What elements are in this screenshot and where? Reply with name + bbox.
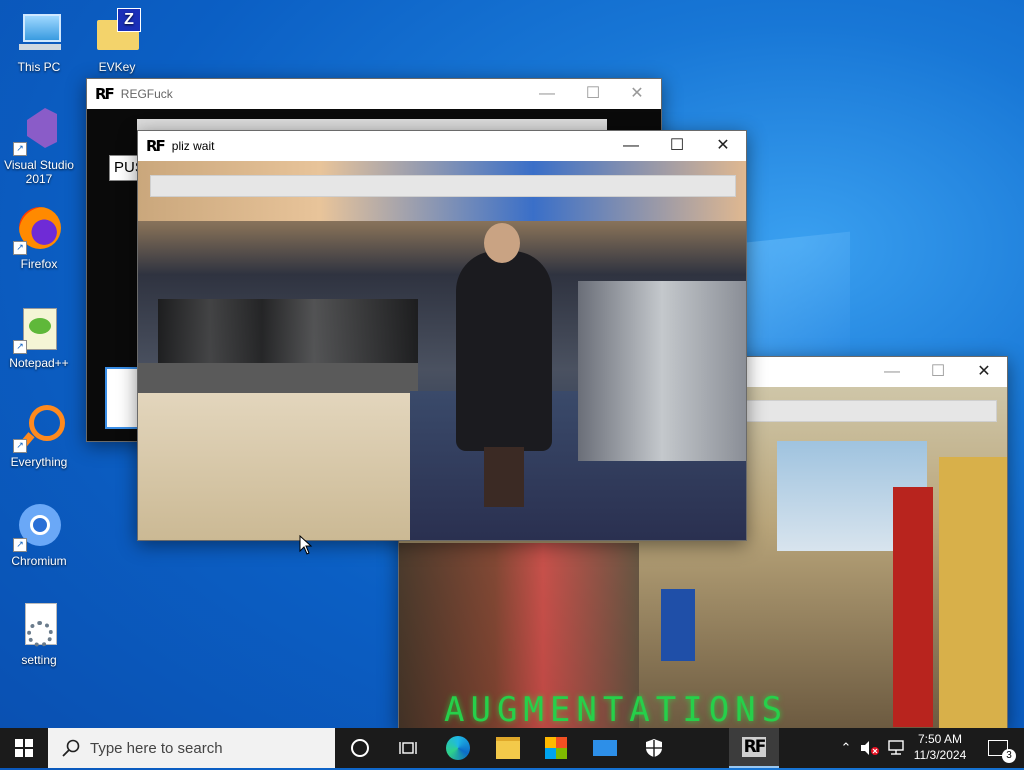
desktop-icon-everything[interactable]: ↗ Everything bbox=[1, 403, 77, 469]
notepad-plus-plus-icon: ↗ bbox=[13, 304, 63, 354]
shortcut-arrow-icon: ↗ bbox=[13, 340, 27, 354]
desktop-icon-this-pc[interactable]: This PC bbox=[1, 8, 77, 74]
desktop-icon-label: EVKey bbox=[98, 60, 136, 74]
clock[interactable]: 7:50 AM 11/3/2024 bbox=[910, 731, 970, 763]
person-head bbox=[484, 223, 520, 263]
chromium-icon: ↗ bbox=[13, 502, 63, 552]
desktop-icon-label: setting bbox=[21, 653, 57, 667]
mouse-cursor-icon bbox=[299, 535, 313, 555]
maximize-button[interactable]: ☐ bbox=[570, 79, 616, 109]
settings-file-icon bbox=[15, 601, 63, 649]
yellow-wall bbox=[939, 457, 1007, 729]
desktop-icon-label: Notepad++ bbox=[9, 356, 69, 370]
desktop-icon-label: Visual Studio 2017 bbox=[4, 158, 74, 186]
desktop-icon-setting[interactable]: setting bbox=[1, 601, 77, 667]
minimize-button[interactable]: — bbox=[869, 357, 915, 387]
app-logo: RF bbox=[741, 737, 767, 757]
show-hidden-icons-button[interactable]: ⌃ bbox=[836, 728, 856, 768]
desktop-icon-evkey[interactable]: Z EVKey bbox=[79, 8, 155, 74]
desktop-icon-label: Everything bbox=[10, 455, 68, 469]
taskbar-file-explorer[interactable] bbox=[485, 728, 531, 768]
magnifier-icon: ↗ bbox=[13, 403, 65, 453]
desktop-icon-label: Chromium bbox=[11, 554, 67, 568]
firefox-icon: ↗ bbox=[13, 205, 63, 255]
cortana-button[interactable] bbox=[337, 728, 383, 768]
windows-logo-icon bbox=[15, 739, 33, 757]
network-button[interactable] bbox=[884, 728, 908, 768]
minimize-button[interactable]: — bbox=[524, 79, 570, 109]
window-title: REGFuck bbox=[120, 87, 173, 101]
edge-icon bbox=[446, 736, 470, 760]
close-button[interactable]: ✕ bbox=[614, 79, 660, 109]
progress-bar bbox=[150, 175, 736, 197]
computer-icon bbox=[15, 8, 63, 56]
maximize-button[interactable]: ☐ bbox=[654, 131, 700, 161]
counter-top bbox=[138, 363, 418, 393]
wood-counter bbox=[138, 393, 410, 540]
close-button[interactable]: ✕ bbox=[700, 131, 746, 161]
task-view-icon bbox=[399, 742, 417, 754]
network-icon bbox=[888, 740, 904, 755]
search-placeholder: Type here to search bbox=[90, 739, 223, 757]
pliz-wait-window[interactable]: RF pliz wait — ☐ ✕ bbox=[137, 130, 747, 541]
monitor-row bbox=[158, 299, 418, 363]
desktop-icon-label: This PC bbox=[17, 60, 61, 74]
desktop-icon-chromium[interactable]: ↗ Chromium bbox=[1, 502, 77, 568]
clock-date: 11/3/2024 bbox=[913, 748, 967, 762]
shortcut-arrow-icon: ↗ bbox=[13, 538, 27, 552]
person-legs bbox=[484, 447, 524, 507]
clock-time: 7:50 AM bbox=[917, 732, 963, 746]
start-button[interactable] bbox=[0, 728, 48, 768]
progress-bar bbox=[743, 400, 997, 422]
minimize-button[interactable]: — bbox=[608, 131, 654, 161]
shortcut-arrow-icon: ↗ bbox=[13, 439, 27, 453]
taskbar-edge[interactable] bbox=[435, 728, 481, 768]
search-icon bbox=[62, 739, 80, 757]
volume-muted-button[interactable] bbox=[858, 728, 882, 768]
right-shelves bbox=[578, 281, 746, 461]
desktop-icon-notepad-plus-plus[interactable]: ↗ Notepad++ bbox=[1, 304, 77, 370]
title-bar[interactable]: RF REGFuck — ☐ ✕ bbox=[87, 79, 661, 109]
folder-icon bbox=[496, 737, 520, 759]
window-title: pliz wait bbox=[171, 139, 215, 153]
desktop-icon-firefox[interactable]: ↗ Firefox bbox=[1, 205, 77, 271]
taskbar-regfuck-app[interactable]: RF bbox=[729, 728, 779, 768]
taskbar-security[interactable] bbox=[631, 728, 677, 768]
taskbar-mail[interactable] bbox=[582, 728, 628, 768]
notification-count-badge: 3 bbox=[1002, 749, 1016, 763]
blue-sign bbox=[661, 589, 695, 661]
notification-icon: 3 bbox=[988, 740, 1016, 763]
volume-muted-icon bbox=[861, 741, 879, 755]
app-logo: RF bbox=[95, 85, 115, 103]
shortcut-arrow-icon: ↗ bbox=[13, 142, 27, 156]
folder-icon: Z bbox=[93, 8, 141, 56]
notification-center-button[interactable]: 3 bbox=[978, 728, 1018, 768]
cortana-circle-icon bbox=[351, 739, 369, 757]
taskbar: Type here to search RF ⌃ 7:50 AM 11/3/20… bbox=[0, 728, 1024, 768]
person-coat bbox=[456, 251, 552, 451]
task-view-button[interactable] bbox=[385, 728, 431, 768]
title-bar[interactable]: RF pliz wait — ☐ ✕ bbox=[138, 131, 746, 161]
shortcut-arrow-icon: ↗ bbox=[13, 241, 27, 255]
close-button[interactable]: ✕ bbox=[961, 357, 1007, 387]
app-logo: RF bbox=[146, 137, 166, 155]
maximize-button[interactable]: ☐ bbox=[915, 357, 961, 387]
desktop-icon-label: Firefox bbox=[20, 257, 58, 271]
visual-studio-icon: ↗ bbox=[13, 106, 63, 156]
shield-icon bbox=[646, 739, 662, 757]
mail-icon bbox=[593, 740, 617, 756]
store-icon bbox=[545, 737, 567, 759]
taskbar-store[interactable] bbox=[533, 728, 579, 768]
desktop-icon-visual-studio[interactable]: ↗ Visual Studio 2017 bbox=[1, 106, 77, 186]
search-box[interactable]: Type here to search bbox=[48, 728, 335, 768]
